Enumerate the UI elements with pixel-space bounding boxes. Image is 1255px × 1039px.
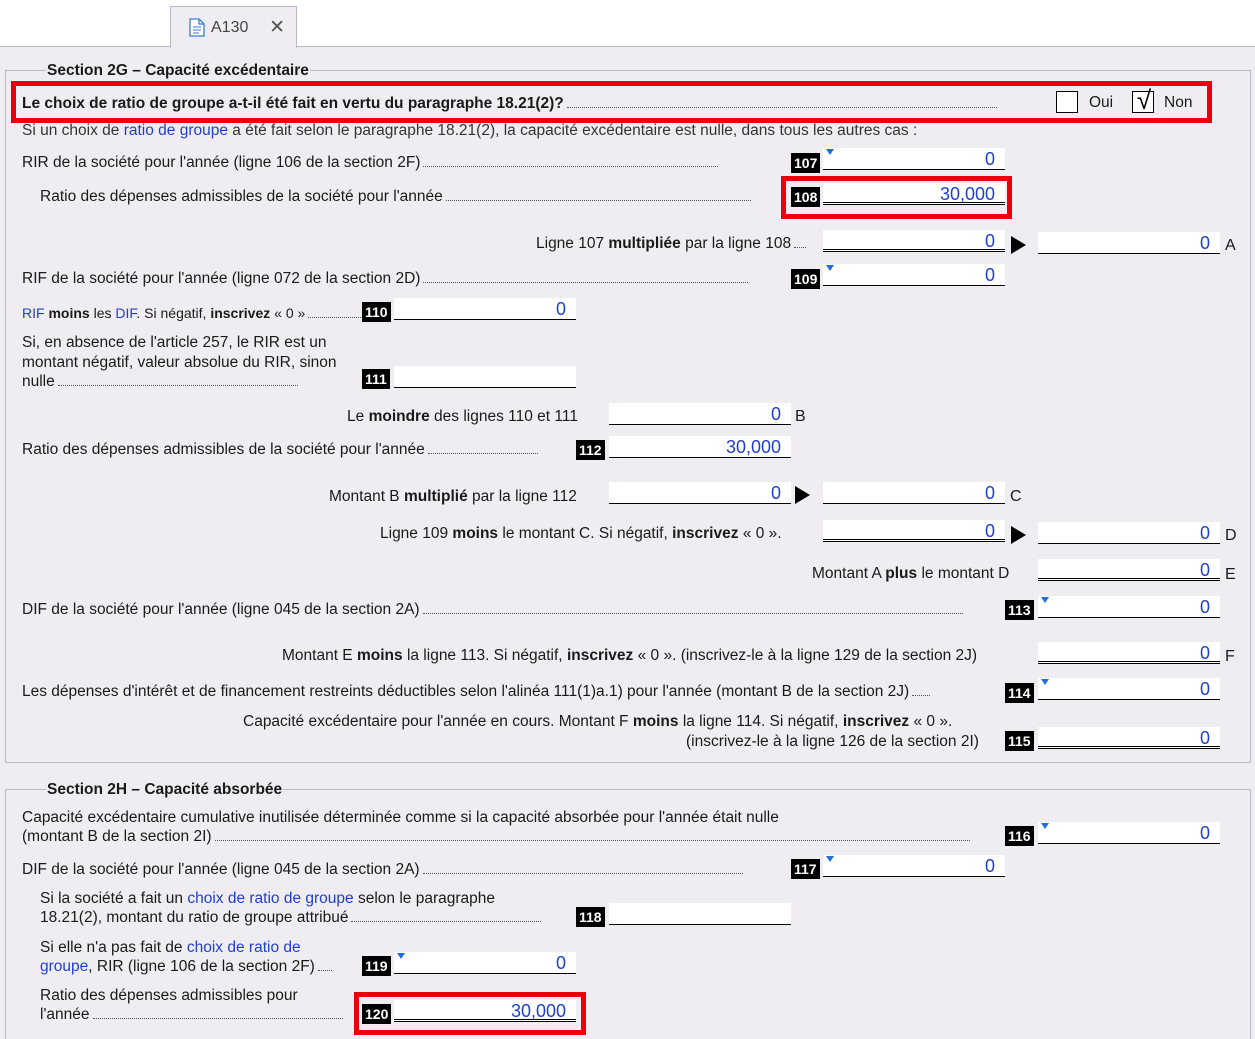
letter-f: F xyxy=(1225,648,1235,665)
line-a-field-2[interactable]: 0 xyxy=(1038,232,1220,254)
choix-ratio-groupe-link[interactable]: choix de ratio de groupe xyxy=(187,890,353,907)
line-108-field[interactable]: 30,000 xyxy=(823,183,1005,205)
ratio-de-groupe-link[interactable]: ratio de groupe xyxy=(124,122,228,139)
line-107-text: RIR de la société pour l'année (ligne 10… xyxy=(22,154,719,172)
line-118-field[interactable] xyxy=(609,903,791,925)
line-e-field[interactable]: 0 xyxy=(1038,559,1220,581)
line-118-text-1: Si la société a fait un choix de ratio d… xyxy=(40,890,495,907)
dropdown-marker-icon xyxy=(826,149,834,155)
arrow-right-icon xyxy=(795,486,810,504)
line-112-text: Ratio des dépenses admissibles de la soc… xyxy=(22,441,538,459)
line-b-text: Le moindre des lignes 110 et 111 xyxy=(347,408,578,425)
document-icon xyxy=(189,18,205,37)
line-116-code: 116 xyxy=(1005,826,1034,846)
non-label: Non xyxy=(1164,94,1193,111)
line-119-text-2: groupe, RIR (ligne 106 de la section 2F) xyxy=(40,958,332,976)
line-a-text: Ligne 107 multipliée par la ligne 108 xyxy=(536,235,807,253)
line-119-text-1: Si elle n'a pas fait de choix de ratio d… xyxy=(40,939,301,956)
line-111-text: Si, en absence de l'article 257, le RIR … xyxy=(22,334,337,390)
line-119-code: 119 xyxy=(362,956,391,976)
line-108-text: Ratio des dépenses admissibles de la soc… xyxy=(40,188,751,206)
line-113-code: 113 xyxy=(1005,600,1034,620)
line-110-text: RIF moins les DIF. Si négatif, inscrivez… xyxy=(22,304,364,322)
section-2h-title: Section 2H – Capacité absorbée xyxy=(46,781,284,798)
oui-checkbox[interactable] xyxy=(1056,91,1078,113)
group-ratio-question: Le choix de ratio de groupe a-t-il été f… xyxy=(22,95,997,113)
line-107-field[interactable]: 0 xyxy=(823,148,1005,170)
line-118-code: 118 xyxy=(576,907,605,927)
line-115-text-2: (inscrivez-le à la ligne 126 de la secti… xyxy=(686,733,979,750)
tab-label: A130 xyxy=(211,18,249,36)
line-117-code: 117 xyxy=(791,859,820,879)
line-f-field[interactable]: 0 xyxy=(1038,642,1220,664)
line-c-field-2[interactable]: 0 xyxy=(823,482,1005,504)
line-114-field[interactable]: 0 xyxy=(1038,678,1220,700)
line-107-code: 107 xyxy=(791,153,821,173)
checkmark-icon: √ xyxy=(1136,85,1152,115)
dropdown-marker-icon xyxy=(397,953,405,959)
line-111-code: 111 xyxy=(362,369,390,389)
oui-label: Oui xyxy=(1089,94,1114,111)
section-2g-title: Section 2G – Capacité excédentaire xyxy=(46,62,310,79)
dropdown-marker-icon xyxy=(826,265,834,271)
line-c-field-1[interactable]: 0 xyxy=(609,482,791,504)
tab-bar: A130 ✕ xyxy=(0,0,1255,48)
line-110-field[interactable]: 0 xyxy=(394,298,576,320)
letter-e: E xyxy=(1225,566,1236,583)
line-119-field[interactable]: 0 xyxy=(394,952,576,974)
line-108-code: 108 xyxy=(791,187,821,207)
line-120-text-2: l'année xyxy=(40,1006,343,1024)
line-111-field[interactable] xyxy=(394,366,576,388)
line-c-text: Montant B multiplié par la ligne 112 xyxy=(329,488,577,505)
line-116-field[interactable]: 0 xyxy=(1038,822,1220,844)
line-d-field-1[interactable]: 0 xyxy=(823,520,1005,542)
dropdown-marker-icon xyxy=(1041,679,1049,685)
line-120-field[interactable]: 30,000 xyxy=(394,1000,576,1022)
letter-a: A xyxy=(1225,237,1236,254)
line-120-text-1: Ratio des dépenses admissibles pour xyxy=(40,987,298,1004)
letter-b: B xyxy=(795,408,806,425)
line-109-code: 109 xyxy=(791,269,821,289)
line-117-field[interactable]: 0 xyxy=(823,855,1005,877)
line-120-code: 120 xyxy=(362,1004,392,1024)
line-115-text: Capacité excédentaire pour l'année en co… xyxy=(243,713,953,730)
intro-text: Si un choix de ratio de groupe a été fai… xyxy=(22,122,918,139)
line-113-field[interactable]: 0 xyxy=(1038,596,1220,618)
line-f-text: Montant E moins la ligne 113. Si négatif… xyxy=(282,647,978,664)
line-b-field[interactable]: 0 xyxy=(609,403,791,425)
line-112-field[interactable]: 30,000 xyxy=(609,436,791,458)
line-114-code: 114 xyxy=(1005,683,1034,703)
line-116-text-2: (montant B de la section 2I) xyxy=(22,828,970,846)
line-112-code: 112 xyxy=(576,440,605,460)
line-118-text-2: 18.21(2), montant du ratio de groupe att… xyxy=(40,909,542,927)
dropdown-marker-icon xyxy=(1041,597,1049,603)
close-icon[interactable]: ✕ xyxy=(269,16,285,39)
line-116-text-1: Capacité excédentaire cumulative inutili… xyxy=(22,809,779,826)
dropdown-marker-icon xyxy=(1041,823,1049,829)
letter-d: D xyxy=(1225,527,1237,544)
line-115-code: 115 xyxy=(1005,731,1034,751)
tab-a130[interactable]: A130 ✕ xyxy=(170,6,297,48)
non-checkbox[interactable]: √ xyxy=(1132,85,1154,115)
line-113-text: DIF de la société pour l'année (ligne 04… xyxy=(22,601,963,619)
letter-c: C xyxy=(1010,488,1022,505)
choix-ratio-groupe-link-2[interactable]: choix de ratio de xyxy=(187,939,301,956)
dropdown-marker-icon xyxy=(826,856,834,862)
line-109-text: RIF de la société pour l'année (ligne 07… xyxy=(22,270,749,288)
line-109-field[interactable]: 0 xyxy=(823,264,1005,286)
arrow-right-icon xyxy=(1011,526,1026,544)
line-115-field[interactable]: 0 xyxy=(1038,727,1220,749)
line-d-text: Ligne 109 moins le montant C. Si négatif… xyxy=(380,525,782,542)
line-110-code: 110 xyxy=(362,302,391,322)
line-d-field-2[interactable]: 0 xyxy=(1038,522,1220,544)
line-117-text: DIF de la société pour l'année (ligne 04… xyxy=(22,861,743,879)
line-114-text: Les dépenses d'intérêt et de financement… xyxy=(22,683,931,701)
arrow-right-icon xyxy=(1011,236,1026,254)
line-e-text: Montant A plus le montant D xyxy=(812,565,1010,582)
line-a-field-1[interactable]: 0 xyxy=(823,230,1005,252)
